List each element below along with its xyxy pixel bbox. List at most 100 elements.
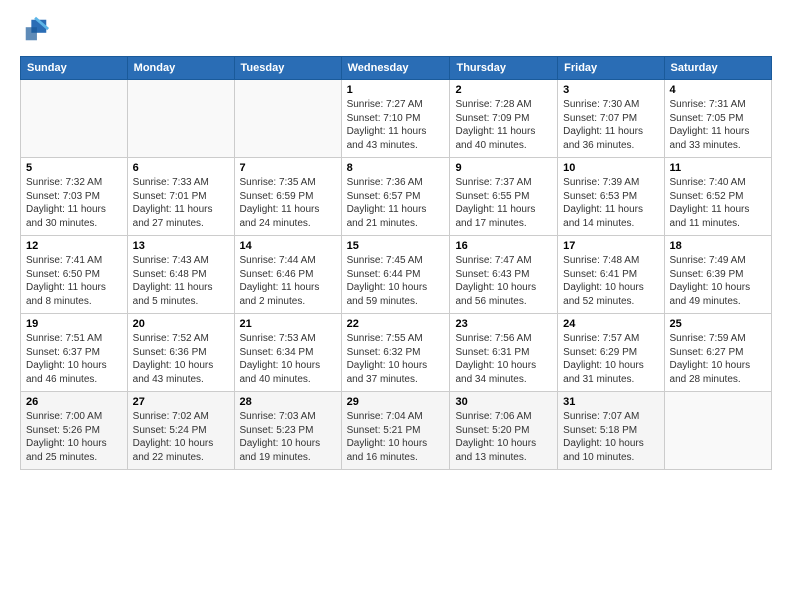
day-info: Sunrise: 7:41 AM Sunset: 6:50 PM Dayligh… bbox=[26, 254, 122, 308]
day-info: Sunrise: 7:45 AM Sunset: 6:44 PM Dayligh… bbox=[347, 254, 445, 308]
calendar-cell: 22 Sunrise: 7:55 AM Sunset: 6:32 PM Dayli… bbox=[341, 314, 450, 392]
day-info: Sunrise: 7:48 AM Sunset: 6:41 PM Dayligh… bbox=[563, 254, 658, 308]
day-info: Sunrise: 7:39 AM Sunset: 6:53 PM Dayligh… bbox=[563, 176, 658, 230]
day-number: 16 bbox=[455, 240, 552, 252]
calendar-cell: 26 Sunrise: 7:00 AM Sunset: 5:26 PM Dayli… bbox=[21, 392, 128, 470]
weekday-thursday: Thursday bbox=[450, 57, 558, 80]
day-info: Sunrise: 7:47 AM Sunset: 6:43 PM Dayligh… bbox=[455, 254, 552, 308]
day-info: Sunrise: 7:55 AM Sunset: 6:32 PM Dayligh… bbox=[347, 332, 445, 386]
day-number: 12 bbox=[26, 240, 122, 252]
calendar-cell: 19Sunrise: 7:51 AM Sunset: 6:37 PM Dayli… bbox=[21, 314, 128, 392]
day-number: 17 bbox=[563, 240, 658, 252]
day-number: 7 bbox=[240, 162, 336, 174]
calendar-cell bbox=[664, 392, 771, 470]
logo-icon bbox=[22, 16, 50, 44]
weekday-friday: Friday bbox=[558, 57, 664, 80]
day-number: 6 bbox=[133, 162, 229, 174]
calendar-cell: 8 Sunrise: 7:36 AM Sunset: 6:57 PM Daylig… bbox=[341, 158, 450, 236]
week-row-1: 1Sunrise: 7:27 AM Sunset: 7:10 PM Daylig… bbox=[21, 80, 772, 158]
calendar-cell: 21 Sunrise: 7:53 AM Sunset: 6:34 PM Dayli… bbox=[234, 314, 341, 392]
day-number: 11 bbox=[670, 162, 766, 174]
day-number: 26 bbox=[26, 396, 122, 408]
day-info: Sunrise: 7:04 AM Sunset: 5:21 PM Dayligh… bbox=[347, 410, 445, 464]
calendar-cell: 17 Sunrise: 7:48 AM Sunset: 6:41 PM Dayli… bbox=[558, 236, 664, 314]
week-row-3: 12 Sunrise: 7:41 AM Sunset: 6:50 PM Dayli… bbox=[21, 236, 772, 314]
calendar-cell: 6Sunrise: 7:33 AM Sunset: 7:01 PM Daylig… bbox=[127, 158, 234, 236]
day-number: 24 bbox=[563, 318, 658, 330]
day-info: Sunrise: 7:03 AM Sunset: 5:23 PM Dayligh… bbox=[240, 410, 336, 464]
calendar-cell: 11 Sunrise: 7:40 AM Sunset: 6:52 PM Dayli… bbox=[664, 158, 771, 236]
weekday-sunday: Sunday bbox=[21, 57, 128, 80]
calendar-cell: 9Sunrise: 7:37 AM Sunset: 6:55 PM Daylig… bbox=[450, 158, 558, 236]
calendar-cell: 14Sunrise: 7:44 AM Sunset: 6:46 PM Dayli… bbox=[234, 236, 341, 314]
weekday-wednesday: Wednesday bbox=[341, 57, 450, 80]
calendar-cell: 28 Sunrise: 7:03 AM Sunset: 5:23 PM Dayli… bbox=[234, 392, 341, 470]
day-number: 5 bbox=[26, 162, 122, 174]
day-number: 29 bbox=[347, 396, 445, 408]
weekday-monday: Monday bbox=[127, 57, 234, 80]
day-number: 10 bbox=[563, 162, 658, 174]
weekday-header-row: SundayMondayTuesdayWednesdayThursdayFrid… bbox=[21, 57, 772, 80]
day-info: Sunrise: 7:43 AM Sunset: 6:48 PM Dayligh… bbox=[133, 254, 229, 308]
calendar-cell: 4 Sunrise: 7:31 AM Sunset: 7:05 PM Daylig… bbox=[664, 80, 771, 158]
calendar-cell: 24 Sunrise: 7:57 AM Sunset: 6:29 PM Dayli… bbox=[558, 314, 664, 392]
weekday-tuesday: Tuesday bbox=[234, 57, 341, 80]
day-info: Sunrise: 7:00 AM Sunset: 5:26 PM Dayligh… bbox=[26, 410, 122, 464]
calendar-cell: 1Sunrise: 7:27 AM Sunset: 7:10 PM Daylig… bbox=[341, 80, 450, 158]
day-info: Sunrise: 7:51 AM Sunset: 6:37 PM Dayligh… bbox=[26, 332, 122, 386]
weekday-saturday: Saturday bbox=[664, 57, 771, 80]
calendar-cell: 13 Sunrise: 7:43 AM Sunset: 6:48 PM Dayli… bbox=[127, 236, 234, 314]
logo bbox=[20, 16, 50, 44]
day-info: Sunrise: 7:31 AM Sunset: 7:05 PM Dayligh… bbox=[670, 98, 766, 152]
day-info: Sunrise: 7:06 AM Sunset: 5:20 PM Dayligh… bbox=[455, 410, 552, 464]
header bbox=[20, 16, 772, 44]
day-info: Sunrise: 7:35 AM Sunset: 6:59 PM Dayligh… bbox=[240, 176, 336, 230]
week-row-4: 19Sunrise: 7:51 AM Sunset: 6:37 PM Dayli… bbox=[21, 314, 772, 392]
day-info: Sunrise: 7:52 AM Sunset: 6:36 PM Dayligh… bbox=[133, 332, 229, 386]
calendar-cell: 25 Sunrise: 7:59 AM Sunset: 6:27 PM Dayli… bbox=[664, 314, 771, 392]
calendar-cell: 20 Sunrise: 7:52 AM Sunset: 6:36 PM Dayli… bbox=[127, 314, 234, 392]
calendar-cell: 30Sunrise: 7:06 AM Sunset: 5:20 PM Dayli… bbox=[450, 392, 558, 470]
day-info: Sunrise: 7:07 AM Sunset: 5:18 PM Dayligh… bbox=[563, 410, 658, 464]
calendar-cell bbox=[127, 80, 234, 158]
day-number: 28 bbox=[240, 396, 336, 408]
day-info: Sunrise: 7:57 AM Sunset: 6:29 PM Dayligh… bbox=[563, 332, 658, 386]
calendar-cell: 29 Sunrise: 7:04 AM Sunset: 5:21 PM Dayli… bbox=[341, 392, 450, 470]
calendar-cell: 23 Sunrise: 7:56 AM Sunset: 6:31 PM Dayli… bbox=[450, 314, 558, 392]
calendar-cell bbox=[21, 80, 128, 158]
day-info: Sunrise: 7:02 AM Sunset: 5:24 PM Dayligh… bbox=[133, 410, 229, 464]
calendar-cell: 15 Sunrise: 7:45 AM Sunset: 6:44 PM Dayli… bbox=[341, 236, 450, 314]
week-row-2: 5Sunrise: 7:32 AM Sunset: 7:03 PM Daylig… bbox=[21, 158, 772, 236]
day-info: Sunrise: 7:36 AM Sunset: 6:57 PM Dayligh… bbox=[347, 176, 445, 230]
day-number: 8 bbox=[347, 162, 445, 174]
calendar-cell: 16 Sunrise: 7:47 AM Sunset: 6:43 PM Dayli… bbox=[450, 236, 558, 314]
day-number: 27 bbox=[133, 396, 229, 408]
day-number: 13 bbox=[133, 240, 229, 252]
day-number: 2 bbox=[455, 84, 552, 96]
calendar-cell: 2Sunrise: 7:28 AM Sunset: 7:09 PM Daylig… bbox=[450, 80, 558, 158]
day-info: Sunrise: 7:40 AM Sunset: 6:52 PM Dayligh… bbox=[670, 176, 766, 230]
day-number: 23 bbox=[455, 318, 552, 330]
day-info: Sunrise: 7:27 AM Sunset: 7:10 PM Dayligh… bbox=[347, 98, 445, 152]
calendar-cell: 7 Sunrise: 7:35 AM Sunset: 6:59 PM Daylig… bbox=[234, 158, 341, 236]
day-number: 20 bbox=[133, 318, 229, 330]
day-number: 15 bbox=[347, 240, 445, 252]
calendar-cell: 18 Sunrise: 7:49 AM Sunset: 6:39 PM Dayli… bbox=[664, 236, 771, 314]
day-number: 31 bbox=[563, 396, 658, 408]
calendar-cell: 31 Sunrise: 7:07 AM Sunset: 5:18 PM Dayli… bbox=[558, 392, 664, 470]
calendar-cell: 5Sunrise: 7:32 AM Sunset: 7:03 PM Daylig… bbox=[21, 158, 128, 236]
week-row-5: 26 Sunrise: 7:00 AM Sunset: 5:26 PM Dayli… bbox=[21, 392, 772, 470]
day-info: Sunrise: 7:44 AM Sunset: 6:46 PM Dayligh… bbox=[240, 254, 336, 308]
day-number: 18 bbox=[670, 240, 766, 252]
day-number: 4 bbox=[670, 84, 766, 96]
calendar-cell: 10 Sunrise: 7:39 AM Sunset: 6:53 PM Dayli… bbox=[558, 158, 664, 236]
day-number: 22 bbox=[347, 318, 445, 330]
day-info: Sunrise: 7:49 AM Sunset: 6:39 PM Dayligh… bbox=[670, 254, 766, 308]
day-info: Sunrise: 7:53 AM Sunset: 6:34 PM Dayligh… bbox=[240, 332, 336, 386]
day-number: 21 bbox=[240, 318, 336, 330]
day-info: Sunrise: 7:59 AM Sunset: 6:27 PM Dayligh… bbox=[670, 332, 766, 386]
day-info: Sunrise: 7:56 AM Sunset: 6:31 PM Dayligh… bbox=[455, 332, 552, 386]
day-number: 25 bbox=[670, 318, 766, 330]
calendar-cell: 12 Sunrise: 7:41 AM Sunset: 6:50 PM Dayli… bbox=[21, 236, 128, 314]
day-info: Sunrise: 7:30 AM Sunset: 7:07 PM Dayligh… bbox=[563, 98, 658, 152]
